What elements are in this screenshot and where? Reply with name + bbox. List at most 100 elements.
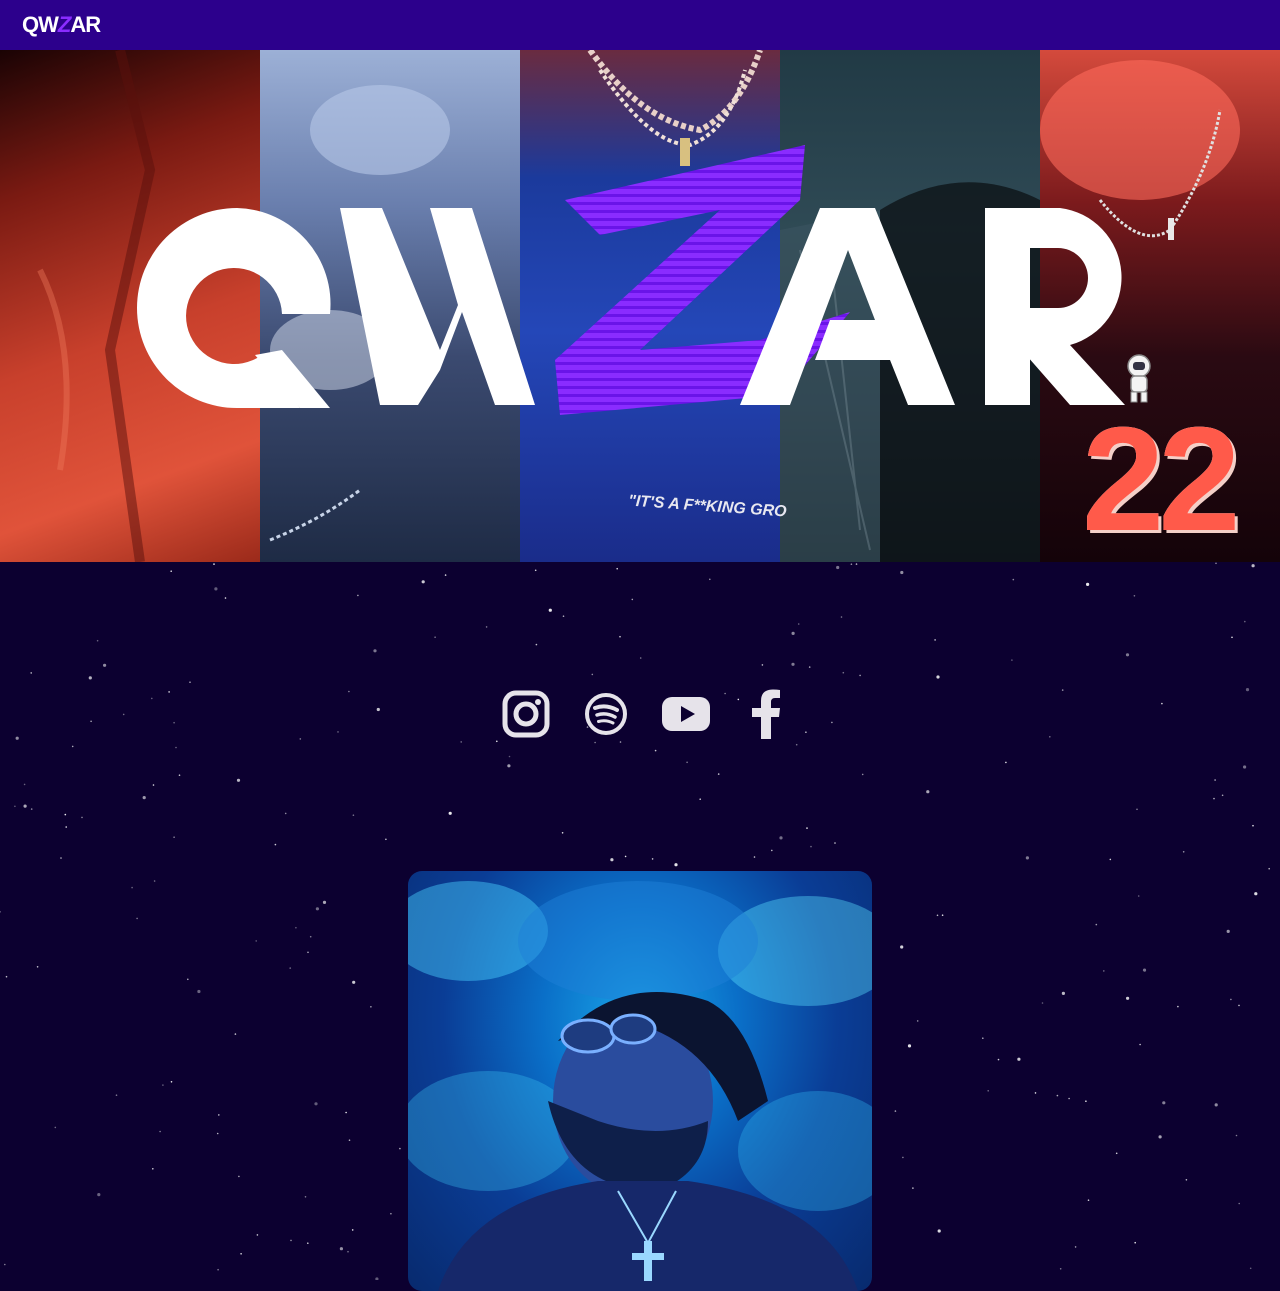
star bbox=[936, 914, 939, 917]
star bbox=[1086, 582, 1090, 586]
star bbox=[1061, 689, 1064, 691]
star bbox=[1034, 1092, 1037, 1094]
star bbox=[173, 836, 175, 838]
site-logo[interactable]: QW Z AR bbox=[22, 12, 101, 38]
star bbox=[639, 657, 642, 659]
star bbox=[806, 827, 808, 829]
star bbox=[1231, 636, 1233, 639]
star bbox=[855, 563, 858, 565]
star bbox=[217, 1268, 219, 1271]
star bbox=[97, 1193, 101, 1197]
logo-text-left: QW bbox=[22, 12, 59, 37]
star bbox=[1056, 1094, 1059, 1097]
star bbox=[1238, 1004, 1240, 1007]
star bbox=[376, 707, 380, 712]
star bbox=[594, 741, 596, 744]
star bbox=[508, 755, 511, 758]
star bbox=[88, 676, 92, 680]
star bbox=[561, 832, 564, 834]
star bbox=[1115, 1152, 1118, 1155]
star bbox=[170, 570, 172, 572]
star bbox=[842, 671, 845, 674]
star bbox=[1012, 578, 1015, 581]
star bbox=[548, 608, 552, 612]
star bbox=[54, 1126, 57, 1129]
artist-photo bbox=[408, 871, 872, 1291]
star bbox=[322, 900, 327, 904]
youtube-link[interactable] bbox=[660, 688, 712, 740]
star bbox=[907, 1044, 912, 1048]
star bbox=[399, 1147, 401, 1150]
star bbox=[1059, 1268, 1062, 1270]
star bbox=[916, 1020, 919, 1022]
star bbox=[1049, 736, 1051, 738]
star bbox=[1215, 562, 1217, 565]
star bbox=[214, 587, 218, 591]
star bbox=[982, 1037, 984, 1039]
star bbox=[591, 673, 594, 676]
star bbox=[1214, 779, 1216, 781]
star bbox=[390, 1212, 392, 1215]
star bbox=[218, 1114, 220, 1116]
star bbox=[352, 980, 356, 984]
star bbox=[1243, 765, 1247, 769]
star bbox=[717, 773, 720, 775]
star bbox=[709, 578, 711, 581]
star bbox=[173, 721, 175, 724]
star bbox=[1238, 1202, 1240, 1205]
star bbox=[352, 814, 355, 816]
instagram-link[interactable] bbox=[500, 688, 552, 740]
star bbox=[153, 880, 156, 882]
hero-logo bbox=[137, 145, 1151, 415]
star bbox=[674, 863, 678, 867]
star bbox=[1245, 688, 1250, 692]
star bbox=[136, 917, 138, 920]
star bbox=[122, 713, 125, 716]
star bbox=[131, 886, 133, 889]
star bbox=[236, 778, 241, 782]
star bbox=[619, 635, 621, 638]
star bbox=[686, 761, 688, 764]
star bbox=[937, 1229, 941, 1233]
star bbox=[1221, 794, 1224, 797]
star bbox=[65, 826, 67, 828]
star bbox=[840, 616, 843, 618]
star bbox=[1134, 1241, 1136, 1244]
facebook-link[interactable] bbox=[740, 688, 792, 740]
star bbox=[1126, 996, 1130, 1000]
spotify-icon bbox=[585, 693, 627, 735]
star bbox=[761, 664, 764, 666]
star bbox=[304, 1196, 307, 1198]
star bbox=[926, 790, 930, 794]
star bbox=[15, 736, 19, 740]
star bbox=[23, 804, 27, 808]
star bbox=[337, 731, 339, 733]
star bbox=[805, 731, 807, 733]
star bbox=[14, 805, 16, 808]
star bbox=[562, 615, 565, 617]
logo-text-z: Z bbox=[57, 12, 71, 37]
star bbox=[1214, 1103, 1218, 1107]
star bbox=[307, 951, 309, 954]
star bbox=[836, 565, 840, 570]
star bbox=[255, 940, 257, 942]
star bbox=[168, 691, 170, 693]
star bbox=[1061, 991, 1065, 995]
star bbox=[810, 845, 812, 848]
star bbox=[619, 741, 622, 743]
star bbox=[834, 842, 836, 844]
star bbox=[348, 690, 350, 693]
star bbox=[1137, 895, 1140, 897]
star bbox=[1095, 923, 1098, 926]
star bbox=[373, 649, 377, 653]
spotify-link[interactable] bbox=[580, 688, 632, 740]
star bbox=[808, 666, 811, 668]
star bbox=[295, 926, 297, 929]
star bbox=[861, 773, 864, 776]
star bbox=[178, 774, 181, 776]
star bbox=[151, 697, 153, 700]
star bbox=[36, 966, 39, 968]
star bbox=[307, 1242, 309, 1244]
star bbox=[152, 784, 155, 786]
star bbox=[997, 1058, 1000, 1061]
